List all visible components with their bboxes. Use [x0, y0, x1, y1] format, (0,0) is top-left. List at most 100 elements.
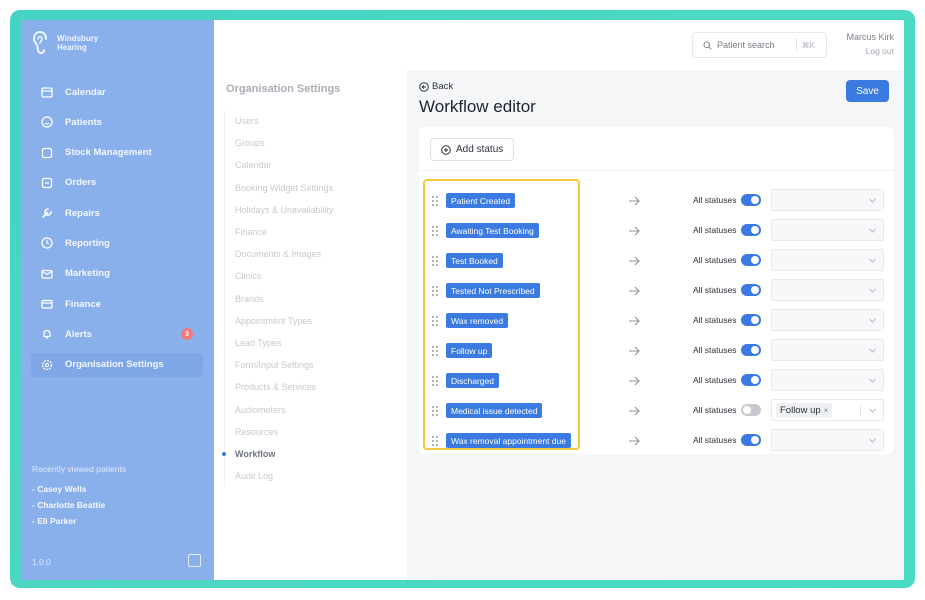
selected-status-chip[interactable]: Follow up × [776, 403, 833, 418]
sidebar: Windsbury Hearing Calendar Patients Stoc… [21, 20, 214, 580]
chevron-down-icon [869, 348, 876, 353]
target-status-select[interactable] [771, 189, 884, 211]
settings-item-groups[interactable]: Groups [225, 132, 399, 154]
arrow-right-icon [629, 346, 640, 356]
remove-chip-icon[interactable]: × [824, 406, 829, 415]
sidebar-item-alerts[interactable]: Alerts 3 [31, 322, 203, 346]
settings-item-workflow[interactable]: Workflow [222, 443, 399, 465]
sidebar-item-organisation-settings[interactable]: Organisation Settings [31, 352, 203, 377]
patient-search-input[interactable]: Patient search ⌘K [692, 32, 827, 58]
sidebar-item-stock-management[interactable]: Stock Management [31, 141, 203, 165]
all-statuses-toggle[interactable] [741, 404, 761, 416]
all-statuses-toggle[interactable] [741, 434, 761, 446]
status-tag[interactable]: Follow up [446, 343, 493, 358]
workflow-card: Add status Patient Created All statuses Aw… [419, 127, 894, 454]
chevron-down-icon [869, 288, 876, 293]
settings-item-clinics[interactable]: Clinics [225, 265, 399, 287]
collapse-sidebar-icon[interactable] [188, 554, 201, 567]
brand-name: Windsbury Hearing [57, 34, 98, 52]
status-tag[interactable]: Medical issue detected [446, 403, 543, 418]
logout-link[interactable]: Log out [866, 46, 894, 56]
select-separator [860, 404, 861, 417]
settings-item-users[interactable]: Users [225, 110, 399, 132]
status-tag[interactable]: Awaiting Test Booking [446, 223, 539, 238]
all-statuses-toggle[interactable] [741, 314, 761, 326]
recent-patient-link[interactable]: - Charlotte Beattie [32, 500, 105, 516]
drag-handle-icon[interactable] [432, 376, 439, 386]
recent-patient-link[interactable]: - Casey Wells [32, 484, 105, 500]
settings-item-appointment-types[interactable]: Appointment Types [225, 310, 399, 332]
ear-logo-icon [32, 30, 47, 55]
workflow-row: Follow up All statuses [419, 339, 894, 363]
target-status-select[interactable] [771, 309, 884, 331]
sidebar-item-label: Calendar [65, 86, 106, 98]
status-tag[interactable]: Tested Not Prescribed [446, 283, 540, 298]
settings-item-finance[interactable]: Finance [225, 221, 399, 243]
all-statuses-toggle[interactable] [741, 224, 761, 236]
settings-item-calendar[interactable]: Calendar [225, 154, 399, 176]
all-statuses-label: All statuses [693, 345, 737, 355]
sidebar-item-repairs[interactable]: Repairs [31, 201, 203, 225]
all-statuses-toggle[interactable] [741, 254, 761, 266]
brand-logo[interactable]: Windsbury Hearing [31, 30, 98, 56]
all-statuses-toggle[interactable] [741, 374, 761, 386]
settings-item-lead-types[interactable]: Lead Types [225, 332, 399, 354]
sidebar-item-orders[interactable]: Orders [31, 171, 203, 195]
drag-handle-icon[interactable] [432, 346, 439, 356]
status-tag[interactable]: Wax removed [446, 313, 509, 328]
status-tag[interactable]: Discharged [446, 373, 499, 388]
status-tag[interactable]: Wax removal appointment due [446, 433, 571, 448]
recent-patient-link[interactable]: - Eli Parker [32, 516, 105, 532]
sidebar-item-finance[interactable]: Finance [31, 292, 203, 316]
add-status-button[interactable]: Add status [430, 138, 515, 161]
drag-handle-icon[interactable] [432, 316, 439, 326]
drag-handle-icon[interactable] [432, 196, 439, 206]
settings-item-brands[interactable]: Brands [225, 288, 399, 310]
settings-item-audit-log[interactable]: Audit Log [225, 465, 399, 487]
chevron-down-icon [869, 438, 876, 443]
drag-handle-icon[interactable] [432, 256, 439, 266]
arrow-right-icon [629, 226, 640, 236]
status-tag[interactable]: Patient Created [446, 193, 516, 208]
drag-handle-icon[interactable] [432, 226, 439, 236]
all-statuses-toggle[interactable] [741, 284, 761, 296]
settings-item-form-input[interactable]: Form/Input Settings [225, 354, 399, 376]
sidebar-item-label: Orders [65, 177, 97, 189]
search-icon [703, 40, 712, 50]
settings-item-holidays[interactable]: Holidays & Unavailability [225, 199, 399, 221]
all-statuses-toggle[interactable] [741, 344, 761, 356]
back-label: Back [432, 81, 454, 92]
chevron-down-icon [869, 228, 876, 233]
status-tag[interactable]: Test Booked [446, 253, 503, 268]
settings-item-documents[interactable]: Documents & Images [225, 243, 399, 265]
brand-line-1: Windsbury [57, 34, 99, 43]
back-link[interactable]: Back [419, 81, 453, 92]
settings-item-audiometers[interactable]: Audiometers [225, 398, 399, 420]
back-arrow-icon [419, 81, 429, 92]
settings-item-resources[interactable]: Resources [225, 421, 399, 443]
arrow-right-icon [629, 406, 640, 416]
settings-item-booking-widget[interactable]: Booking Widget Settings [225, 177, 399, 199]
save-button[interactable]: Save [846, 80, 889, 102]
target-status-select[interactable] [771, 339, 884, 361]
drag-handle-icon[interactable] [432, 286, 439, 296]
sidebar-item-calendar[interactable]: Calendar [31, 80, 203, 104]
target-status-select[interactable] [771, 279, 884, 301]
search-placeholder: Patient search [717, 40, 775, 50]
target-status-select[interactable] [771, 429, 884, 451]
target-status-select[interactable] [771, 219, 884, 241]
settings-item-products-services[interactable]: Products & Services [225, 376, 399, 398]
sidebar-item-label: Finance [65, 298, 101, 310]
all-statuses-toggle[interactable] [741, 194, 761, 206]
sidebar-item-reporting[interactable]: Reporting [31, 231, 203, 255]
target-status-select[interactable]: Follow up × [771, 399, 884, 421]
arrow-right-icon [629, 196, 640, 206]
page-title: Workflow editor [419, 97, 536, 116]
sidebar-item-marketing[interactable]: Marketing [31, 262, 203, 286]
target-status-select[interactable] [771, 249, 884, 271]
target-status-select[interactable] [771, 369, 884, 391]
selected-status-label: Follow up [780, 405, 821, 416]
drag-handle-icon[interactable] [432, 436, 439, 446]
drag-handle-icon[interactable] [432, 406, 439, 416]
sidebar-item-patients[interactable]: Patients [31, 110, 203, 134]
